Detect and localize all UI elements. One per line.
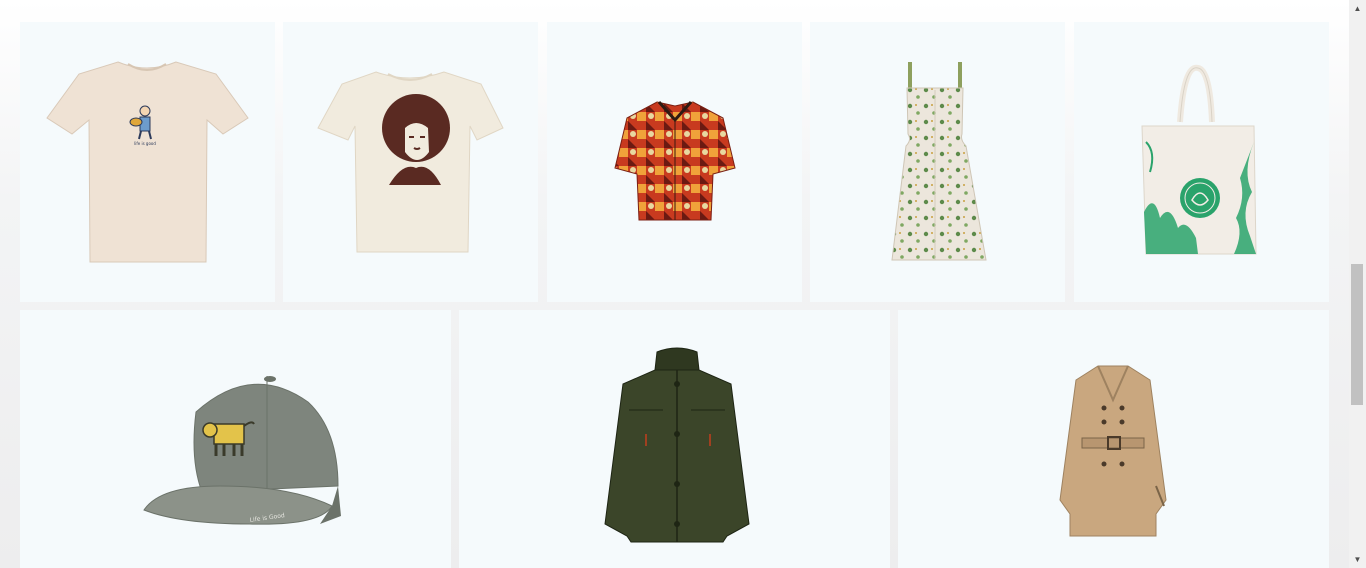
product-grid: life is good Life is Good (0, 0, 1349, 568)
product-tile-tshirt-portrait[interactable] (283, 22, 538, 302)
dress-icon (891, 62, 987, 261)
t-shirt-icon (317, 71, 504, 253)
scroll-down-arrow-icon[interactable]: ▼ (1349, 551, 1366, 568)
product-tile-cap[interactable]: Life is Good (20, 310, 451, 568)
jacket-icon (604, 347, 750, 543)
scroll-up-arrow-icon[interactable]: ▲ (1349, 0, 1366, 17)
product-tile-tshirt-graphic[interactable]: life is good (20, 22, 275, 302)
product-tile-floral-dress[interactable] (810, 22, 1065, 302)
product-tile-trench-coat[interactable] (898, 310, 1329, 568)
t-shirt-icon: life is good (46, 61, 249, 263)
cap-icon: Life is Good (143, 376, 341, 525)
scrollbar-thumb[interactable] (1351, 264, 1363, 405)
trench-coat-icon (1059, 365, 1167, 537)
tote-bag-icon (1141, 64, 1257, 255)
product-tile-patterned-shirt[interactable] (547, 22, 802, 302)
product-tile-tote-bag[interactable] (1074, 22, 1329, 302)
vertical-scrollbar[interactable]: ▲ ▼ (1349, 0, 1366, 568)
svg-text:life is good: life is good (134, 141, 156, 146)
shirt-icon (614, 101, 736, 221)
product-tile-field-jacket[interactable] (459, 310, 890, 568)
